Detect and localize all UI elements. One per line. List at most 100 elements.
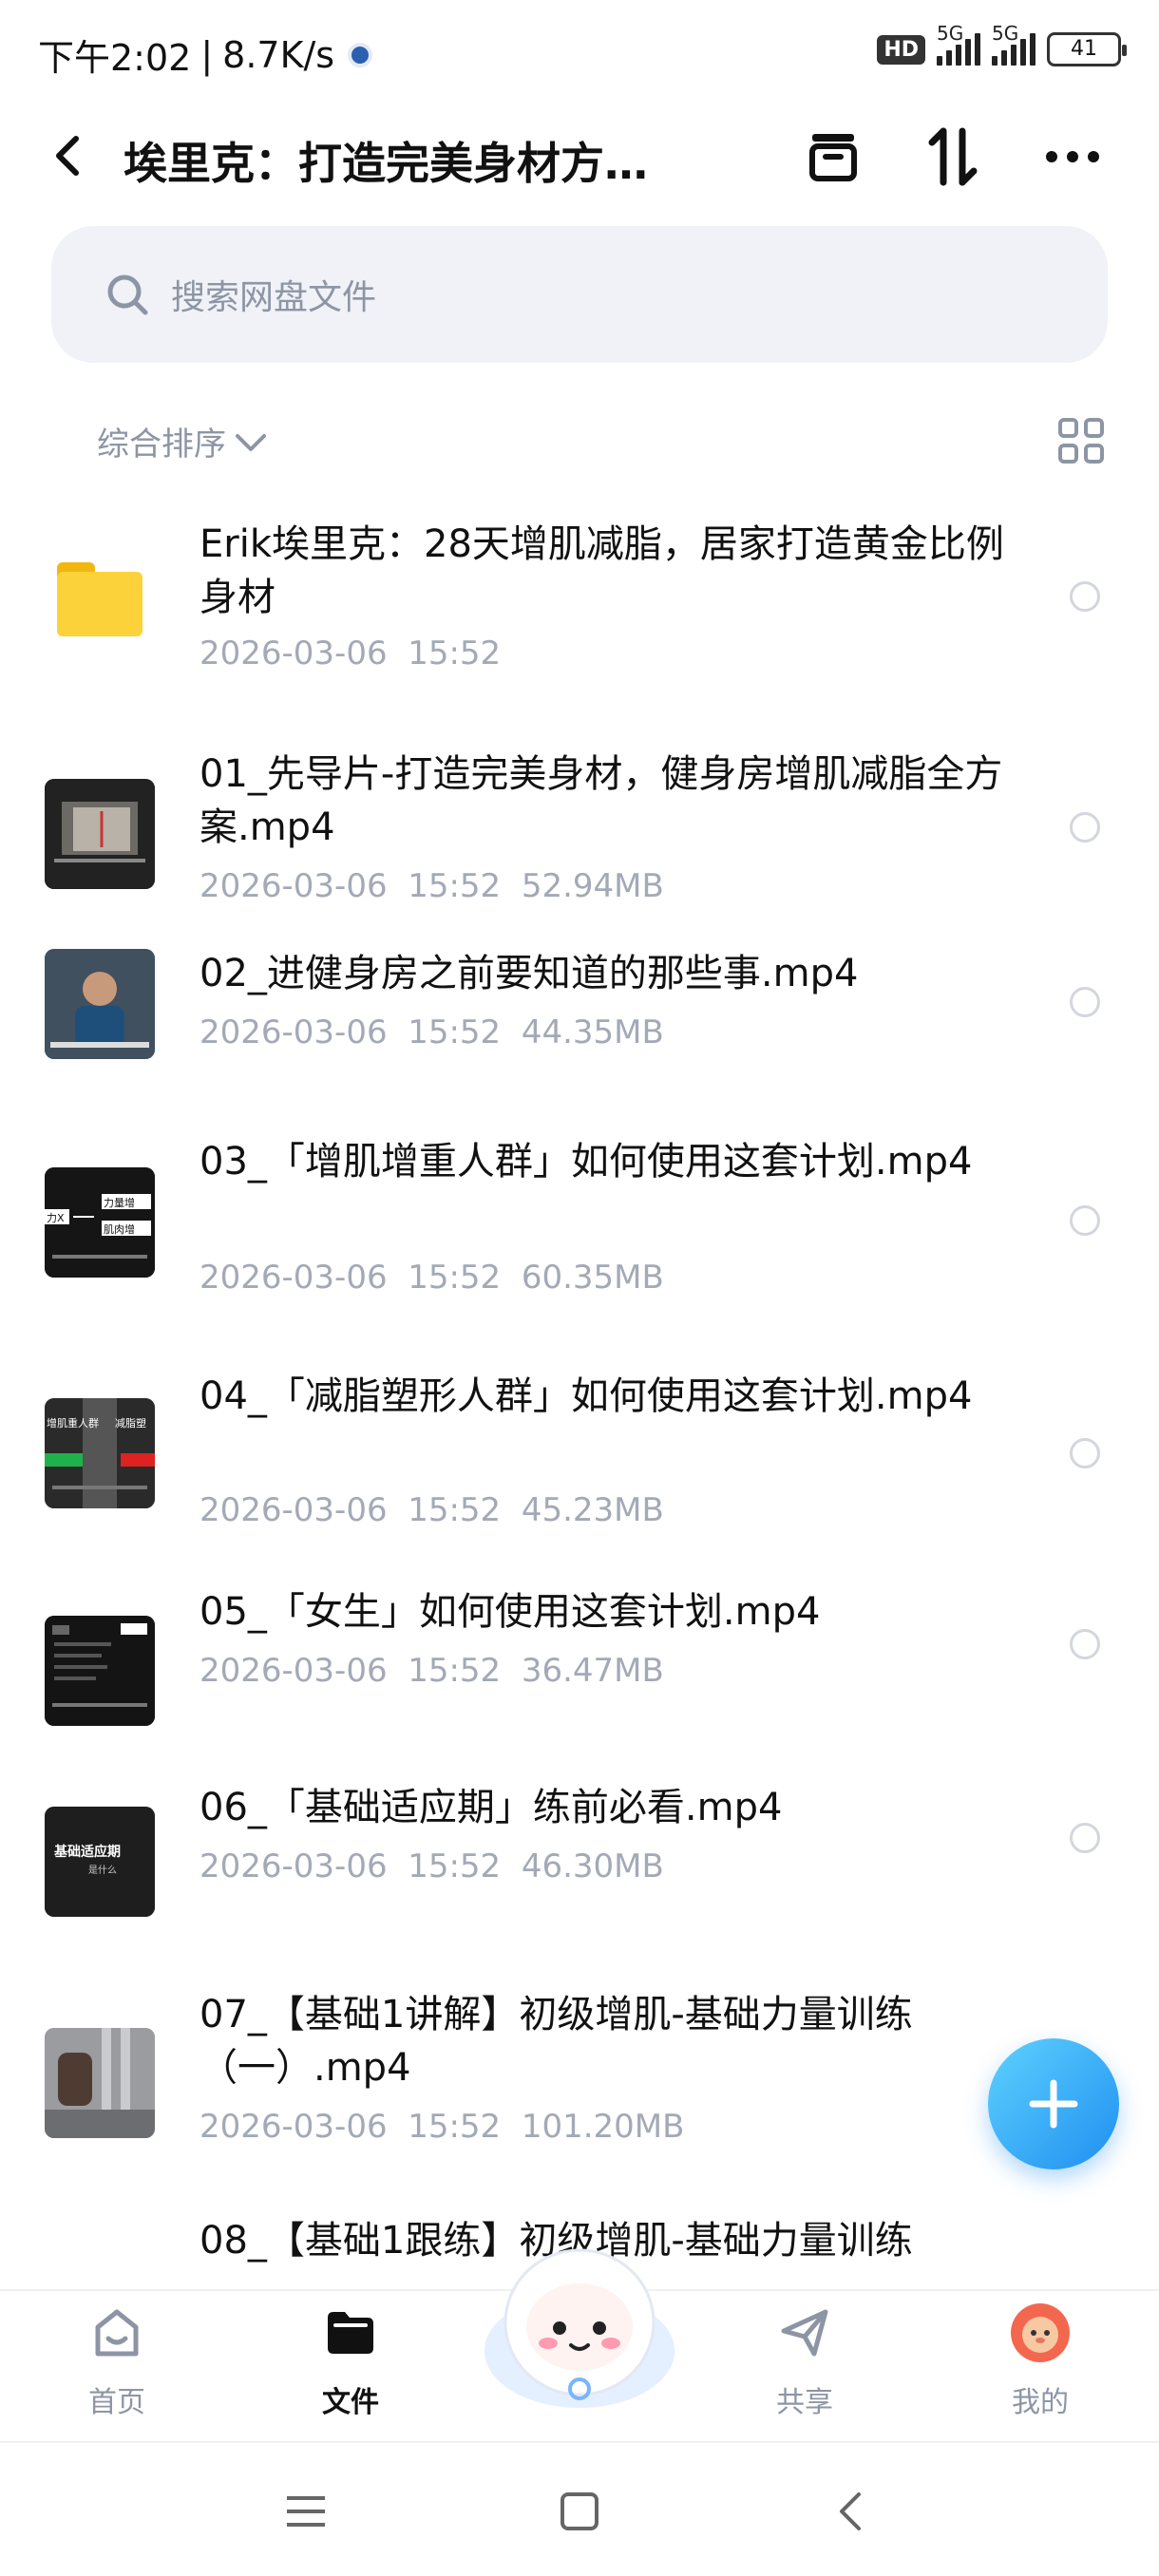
thumb-text: 力X xyxy=(47,1212,65,1224)
video-thumbnail-image xyxy=(45,1616,155,1726)
file-name: 05_「女生」如何使用这套计划.mp4 xyxy=(200,1590,821,1634)
file-size: 101.20MB xyxy=(521,2108,685,2146)
recent-apps-button[interactable] xyxy=(277,2483,334,2540)
select-checkbox[interactable] xyxy=(1070,812,1100,843)
file-date: 2026-03-06 15:52 xyxy=(200,2108,502,2146)
menu-icon xyxy=(287,2496,325,2527)
list-item[interactable]: 02_进健身房之前要知道的那些事.mp4 2026-03-06 15:52 44… xyxy=(0,938,1159,1118)
square-icon xyxy=(560,2492,598,2530)
search-input[interactable]: 搜索网盘文件 xyxy=(51,226,1108,363)
file-meta: 2026-03-06 15:52 44.35MB xyxy=(200,1013,664,1051)
file-size: 60.35MB xyxy=(521,1259,664,1297)
file-name: 04_「减脂塑形人群」如何使用这套计划.mp4 xyxy=(200,1374,973,1418)
signal-label-2: 5G xyxy=(992,22,1019,45)
list-item[interactable]: 01_先导片-打造完美身材，健身房增肌减脂全方案.mp4 2026-03-06 … xyxy=(0,727,1159,938)
chevron-down-icon xyxy=(236,433,266,451)
file-meta: 2026-03-06 15:52 52.94MB xyxy=(200,867,664,905)
list-item[interactable]: 基础适应期 是什么 06_「基础适应期」练前必看.mp4 2026-03-06 … xyxy=(0,1783,1159,1973)
select-checkbox[interactable] xyxy=(1070,1823,1100,1853)
nav-label: 文件 xyxy=(322,2386,379,2419)
archive-icon xyxy=(809,134,857,181)
select-checkbox[interactable] xyxy=(1070,987,1100,1017)
hd-indicator: HD xyxy=(877,34,925,65)
grid-view-icon[interactable] xyxy=(1058,418,1104,464)
sort-row: 综合排序 xyxy=(0,408,1159,475)
file-date: 2026-03-06 15:52 xyxy=(200,1491,502,1529)
list-item[interactable]: 增肌重人群 减脂塑 04_「减脂塑形人群」如何使用这套计划.mp4 2026-0… xyxy=(0,1351,1159,1583)
list-item[interactable]: 05_「女生」如何使用这套计划.mp4 2026-03-06 15:52 36.… xyxy=(0,1583,1159,1783)
folder-icon xyxy=(320,2302,381,2363)
file-name: Erik埃里克：28天增肌减脂，居家打造黄金比例身材 xyxy=(200,522,1004,619)
thumb-text: 基础适应期 xyxy=(54,1844,121,1860)
select-checkbox[interactable] xyxy=(1070,1205,1100,1236)
file-name: 02_进健身房之前要知道的那些事.mp4 xyxy=(200,952,859,995)
signal-icon: 5G xyxy=(937,22,980,66)
select-checkbox[interactable] xyxy=(1070,581,1100,612)
home-system-button[interactable] xyxy=(551,2483,608,2540)
file-date: 2026-03-06 15:52 xyxy=(200,635,502,672)
search-placeholder: 搜索网盘文件 xyxy=(171,278,377,317)
app-header: 埃里克：打造完美身材方… xyxy=(0,104,1159,209)
file-meta: 2026-03-06 15:52 46.30MB xyxy=(200,1847,664,1885)
folder-icon xyxy=(57,562,142,636)
file-meta: 2026-03-06 15:52 60.35MB xyxy=(200,1259,664,1297)
nav-share[interactable]: 共享 xyxy=(743,2302,866,2420)
status-speed: 8.7K/s xyxy=(222,33,335,76)
file-name: 01_先导片-打造完美身材，健身房增肌减脂全方案.mp4 xyxy=(200,752,1003,849)
file-date: 2026-03-06 15:52 xyxy=(200,1652,502,1690)
file-name: 03_「增肌增重人群」如何使用这套计划.mp4 xyxy=(200,1140,973,1184)
list-item[interactable]: 07_【基础1讲解】初级增肌-基础力量训练（一）.mp4 2026-03-06 … xyxy=(0,1973,1159,2210)
more-icon xyxy=(1046,151,1099,162)
video-thumbnail: 力X 力量增 肌肉增 xyxy=(45,1167,155,1278)
file-date: 2026-03-06 15:52 xyxy=(200,867,502,905)
thumb-text: 肌肉增 xyxy=(104,1222,135,1236)
signal-icon-2: 5G xyxy=(992,22,1036,66)
file-size: 52.94MB xyxy=(521,867,664,905)
page-title: 埃里克：打造完美身材方… xyxy=(124,138,648,189)
video-thumbnail xyxy=(45,1616,155,1726)
video-thumbnail-image: 力X 力量增 肌肉增 xyxy=(45,1167,155,1278)
thumb-text: 力量增 xyxy=(104,1196,135,1209)
video-thumbnail: 增肌重人群 减脂塑 xyxy=(45,1398,155,1508)
status-right: HD 5G 5G 41 xyxy=(877,22,1127,66)
back-button[interactable] xyxy=(46,127,93,184)
file-date: 2026-03-06 15:52 xyxy=(200,1013,502,1051)
home-icon xyxy=(86,2302,147,2363)
select-checkbox[interactable] xyxy=(1070,1438,1100,1468)
plus-icon xyxy=(1029,2079,1078,2129)
list-item[interactable]: 力X 力量增 肌肉增 03_「增肌增重人群」如何使用这套计划.mp4 2026-… xyxy=(0,1118,1159,1351)
video-thumbnail xyxy=(45,949,155,1059)
ai-assistant-button[interactable] xyxy=(480,2237,679,2417)
file-meta: 2026-03-06 15:52 45.23MB xyxy=(200,1491,664,1529)
file-meta: 2026-03-06 15:52 36.47MB xyxy=(200,1652,664,1690)
thumb-text: 减脂塑 xyxy=(115,1416,146,1430)
list-item-folder[interactable]: Erik埃里克：28天增肌减脂，居家打造黄金比例身材 2026-03-06 15… xyxy=(0,494,1159,727)
archive-button[interactable] xyxy=(800,123,866,190)
sort-label: 综合排序 xyxy=(97,426,226,464)
sort-dropdown[interactable]: 综合排序 xyxy=(97,418,268,464)
chevron-left-icon xyxy=(56,136,79,176)
nav-label: 首页 xyxy=(88,2386,145,2419)
status-left: 下午2:02 | 8.7K/s xyxy=(38,28,373,81)
more-button[interactable] xyxy=(1039,123,1106,190)
sort-transfer-button[interactable] xyxy=(920,123,986,190)
battery-icon: 41 xyxy=(1047,32,1127,66)
select-checkbox[interactable] xyxy=(1070,1629,1100,1659)
back-system-button[interactable] xyxy=(823,2483,880,2540)
system-nav-bar xyxy=(0,2441,1159,2576)
chevron-left-icon xyxy=(840,2492,861,2530)
file-date: 2026-03-06 15:52 xyxy=(200,1847,502,1885)
nav-label: 我的 xyxy=(1012,2386,1069,2419)
sort-arrows-icon xyxy=(928,127,978,186)
nav-files[interactable]: 文件 xyxy=(289,2302,412,2420)
nav-me[interactable]: 我的 xyxy=(978,2302,1102,2420)
file-size: 46.30MB xyxy=(521,1847,664,1885)
nav-home[interactable]: 首页 xyxy=(55,2302,179,2420)
thumb-text: 增肌重人群 xyxy=(47,1416,99,1430)
file-list: Erik埃里克：28天增肌减脂，居家打造黄金比例身材 2026-03-06 15… xyxy=(0,494,1159,2289)
status-time: 下午2:02 xyxy=(38,37,192,79)
file-size: 36.47MB xyxy=(521,1652,664,1690)
add-button[interactable] xyxy=(988,2038,1119,2169)
video-thumbnail-image xyxy=(45,949,155,1059)
video-thumbnail xyxy=(45,2028,155,2138)
